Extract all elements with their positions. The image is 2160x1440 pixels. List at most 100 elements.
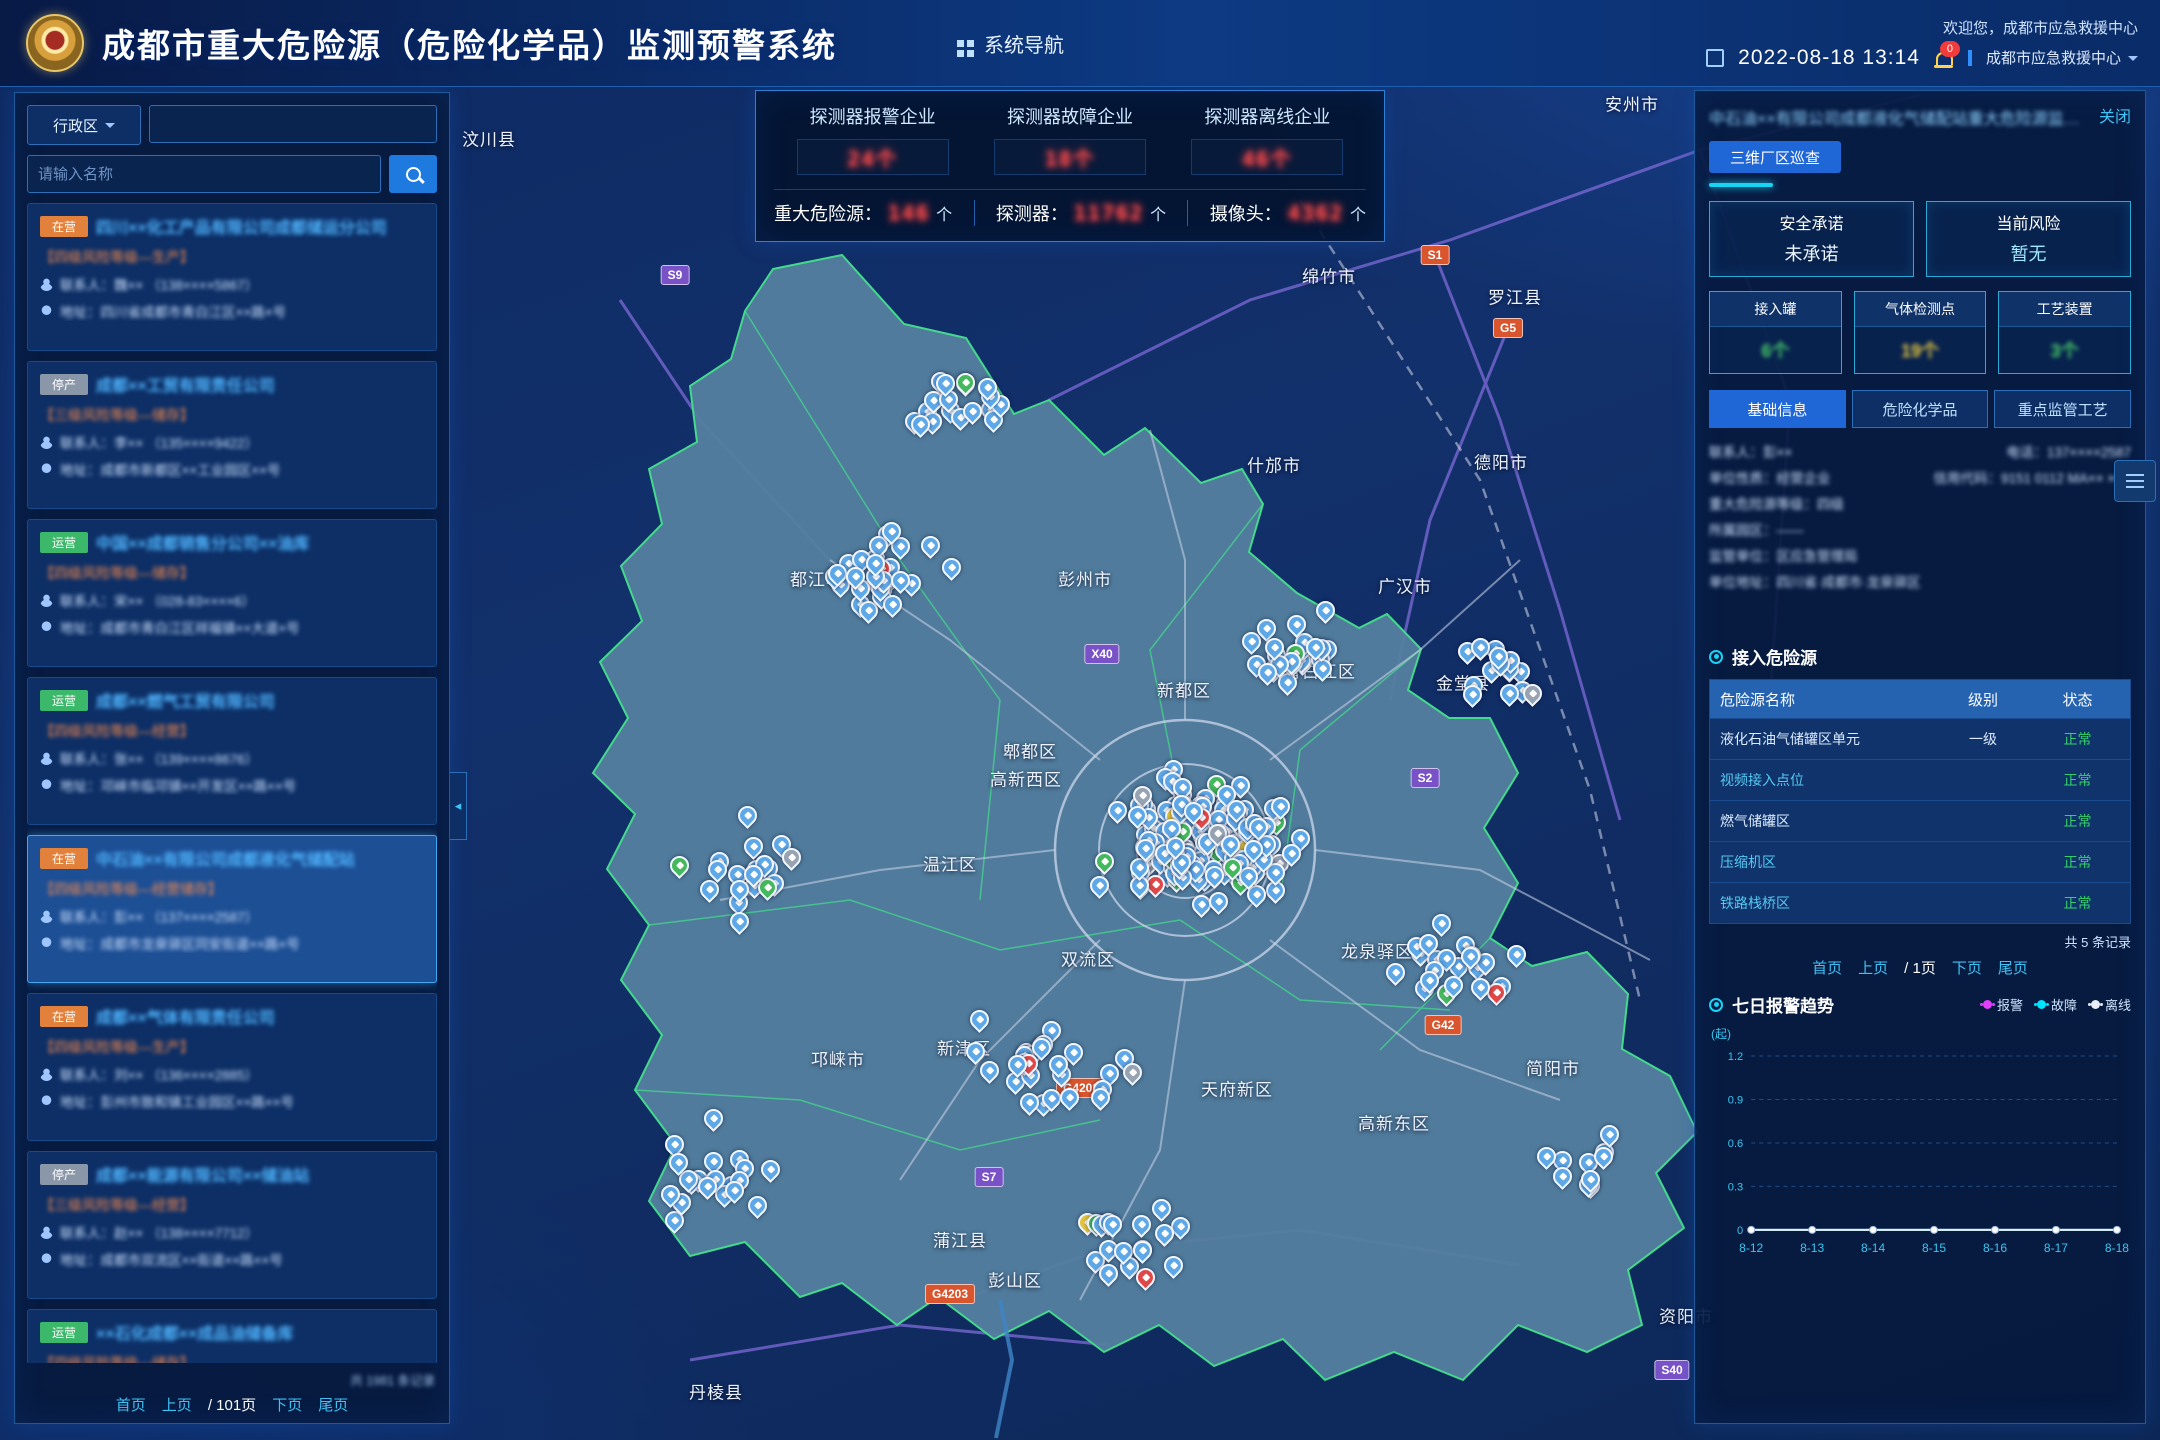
company-address: 地址：成都市龙泉驿区同安街道××路×号 [60,933,300,953]
last-page-link[interactable]: 尾页 [1998,957,2028,978]
company-card-top: 在营四川××化工产品有限公司成都储运分公司 [40,214,424,238]
org-dropdown[interactable]: 成都市应急救援中心 [1986,47,2138,68]
svg-text:0: 0 [1737,1225,1743,1237]
map-marker-none[interactable] [1549,1163,1576,1190]
hazard-name[interactable]: 压缩机区 [1710,852,1941,872]
info-row: 监管单位：区应急管理局 [1709,544,2131,570]
company-card[interactable]: 在营成都××气体有限责任公司【四级风险等级—生产】联系人：刘×× （136×××… [27,993,437,1141]
map-marker-none[interactable] [1128,1211,1155,1238]
company-name[interactable]: 中国××成都销售分公司××油库 [96,530,309,554]
company-name[interactable]: 成都××燃气工贸有限公司 [96,688,275,712]
map-marker-none[interactable] [1104,797,1131,824]
map-marker-none[interactable] [734,802,761,829]
company-card[interactable]: 运营中国××成都销售分公司××油库【四级风险等级—储存】联系人：宋×× （028… [27,519,437,667]
company-card-top: 运营中国××成都销售分公司××油库 [40,530,424,554]
hazard-name[interactable]: 视频接入点位 [1710,770,1941,790]
district-select[interactable]: 行政区 [27,105,141,145]
map-marker-green[interactable] [952,369,979,396]
search-input[interactable] [27,155,381,193]
company-card[interactable]: 运营成都××燃气工贸有限公司【四级风险等级—经营】联系人：张×× （139×××… [27,677,437,825]
fullscreen-icon[interactable] [1706,49,1724,67]
next-page-link[interactable]: 下页 [1952,957,1982,978]
map-marker-none[interactable] [1503,941,1530,968]
divider-bar [1968,50,1972,66]
sidebar-collapse-button[interactable]: ◂ [450,772,467,840]
tab-重点监管工艺[interactable]: 重点监管工艺 [1994,390,2131,428]
system-nav-button[interactable]: 系统导航 [957,29,1064,58]
trend-legend: 报警故障离线 [1983,995,2131,1014]
location-icon [40,621,53,634]
close-button[interactable]: 关闭 [2099,103,2131,127]
company-card[interactable]: 在营中石油××有限公司成都液化气储配站【四级风险等级—经营储存】联系人：彭×× … [27,835,437,983]
notification-badge: 0 [1940,41,1960,57]
hazard-name[interactable]: 铁路栈桥区 [1710,893,1941,913]
user-icon [40,910,53,923]
map-marker-green[interactable] [1092,848,1119,875]
hazard-name[interactable]: 液化石油气储罐区单元 [1710,729,1941,749]
notification-button[interactable]: 0 [1934,48,1954,68]
factory-tour-button[interactable]: 三维厂区巡查 [1709,141,1841,173]
district-input[interactable] [149,105,437,143]
map-marker-none[interactable] [938,554,965,581]
hazard-col-header: 危险源名称 [1710,689,1941,710]
company-name[interactable]: ××石化成都××成品油储备库 [96,1320,293,1344]
hazard-row[interactable]: 燃气储罐区正常 [1710,800,2130,841]
detail-counter-box: 气体检测点19个 [1854,291,1987,374]
hazard-row[interactable]: 压缩机区正常 [1710,841,2130,882]
company-address: 地址：成都市双流区××街道××路××号 [60,1249,283,1269]
company-risk-type: 【四级风险等级—储存】 [40,1353,424,1363]
map-marker-none[interactable] [700,1105,727,1132]
district-select-label: 行政区 [53,115,98,136]
company-card[interactable]: 停产成都××能源有限公司××储油站【三级风险等级—经营】联系人：赵×× （138… [27,1151,437,1299]
map-marker-none[interactable] [976,1057,1003,1084]
map-marker-none[interactable] [1086,872,1113,899]
company-name[interactable]: 成都××工贸有限责任公司 [96,372,275,396]
stats-totals: 重大危险源：146个探测器：11762个摄像头：4362个 [774,189,1366,226]
hazard-row[interactable]: 视频接入点位正常 [1710,759,2130,800]
map-marker-none[interactable] [1056,1084,1083,1111]
company-name[interactable]: 四川××化工产品有限公司成都储运分公司 [96,214,387,238]
map-marker-none[interactable] [1160,1253,1187,1280]
company-status-badge: 在营 [40,848,88,869]
trend-legend-item: 离线 [2091,995,2131,1014]
map-marker-none[interactable] [1149,1195,1176,1222]
company-status-badge: 在营 [40,1006,88,1027]
map-marker-none[interactable] [917,532,944,559]
next-page-link[interactable]: 下页 [272,1394,302,1415]
map-marker-none[interactable] [1382,959,1409,986]
map-marker-none[interactable] [966,1006,993,1033]
svg-text:8-15: 8-15 [1922,1241,1946,1255]
panel-menu-button[interactable] [2114,460,2156,502]
last-page-link[interactable]: 尾页 [318,1394,348,1415]
user-icon [40,1068,53,1081]
prev-page-link[interactable]: 上页 [1858,957,1888,978]
map-marker-green[interactable] [666,853,693,880]
hazard-row[interactable]: 铁路栈桥区正常 [1710,882,2130,923]
company-contact: 联系人：赵×× （138××××7712） [60,1222,258,1242]
company-card[interactable]: 在营四川××化工产品有限公司成都储运分公司【四级风险等级—生产】联系人：魏×× … [27,203,437,351]
search-button[interactable] [389,155,437,193]
info-left: 所属园区：—— [1709,518,1804,544]
map-marker-none[interactable] [726,908,753,935]
map-marker-none[interactable] [1312,597,1339,624]
company-name[interactable]: 成都××气体有限责任公司 [96,1004,275,1028]
first-page-link[interactable]: 首页 [116,1394,146,1415]
trend-y-axis-label: (起) [1711,1025,2131,1042]
company-name[interactable]: 中石油××有限公司成都液化气储配站 [96,846,355,870]
company-name[interactable]: 成都××能源有限公司××储油站 [96,1162,309,1186]
map-marker-none[interactable] [757,1156,784,1183]
company-card[interactable]: 停产成都××工贸有限责任公司【三级风险等级—储存】联系人：李×× （135×××… [27,361,437,509]
map-marker-none[interactable] [1205,888,1232,915]
prev-page-link[interactable]: 上页 [162,1394,192,1415]
tab-基础信息[interactable]: 基础信息 [1709,390,1846,428]
first-page-link[interactable]: 首页 [1812,957,1842,978]
map-marker-none[interactable] [1428,910,1455,937]
hazard-row[interactable]: 液化石油气储罐区单元一级正常 [1710,718,2130,759]
stat-group-label: 探测器离线企业 [1191,103,1343,129]
trend-legend-label: 离线 [2105,995,2131,1014]
company-card[interactable]: 运营××石化成都××成品油储备库【四级风险等级—储存】联系人：王×× （133×… [27,1309,437,1363]
tab-危险化学品[interactable]: 危险化学品 [1852,390,1989,428]
hazard-name[interactable]: 燃气储罐区 [1710,811,1941,831]
map-marker-none[interactable] [744,1192,771,1219]
chevron-down-icon [105,123,115,133]
